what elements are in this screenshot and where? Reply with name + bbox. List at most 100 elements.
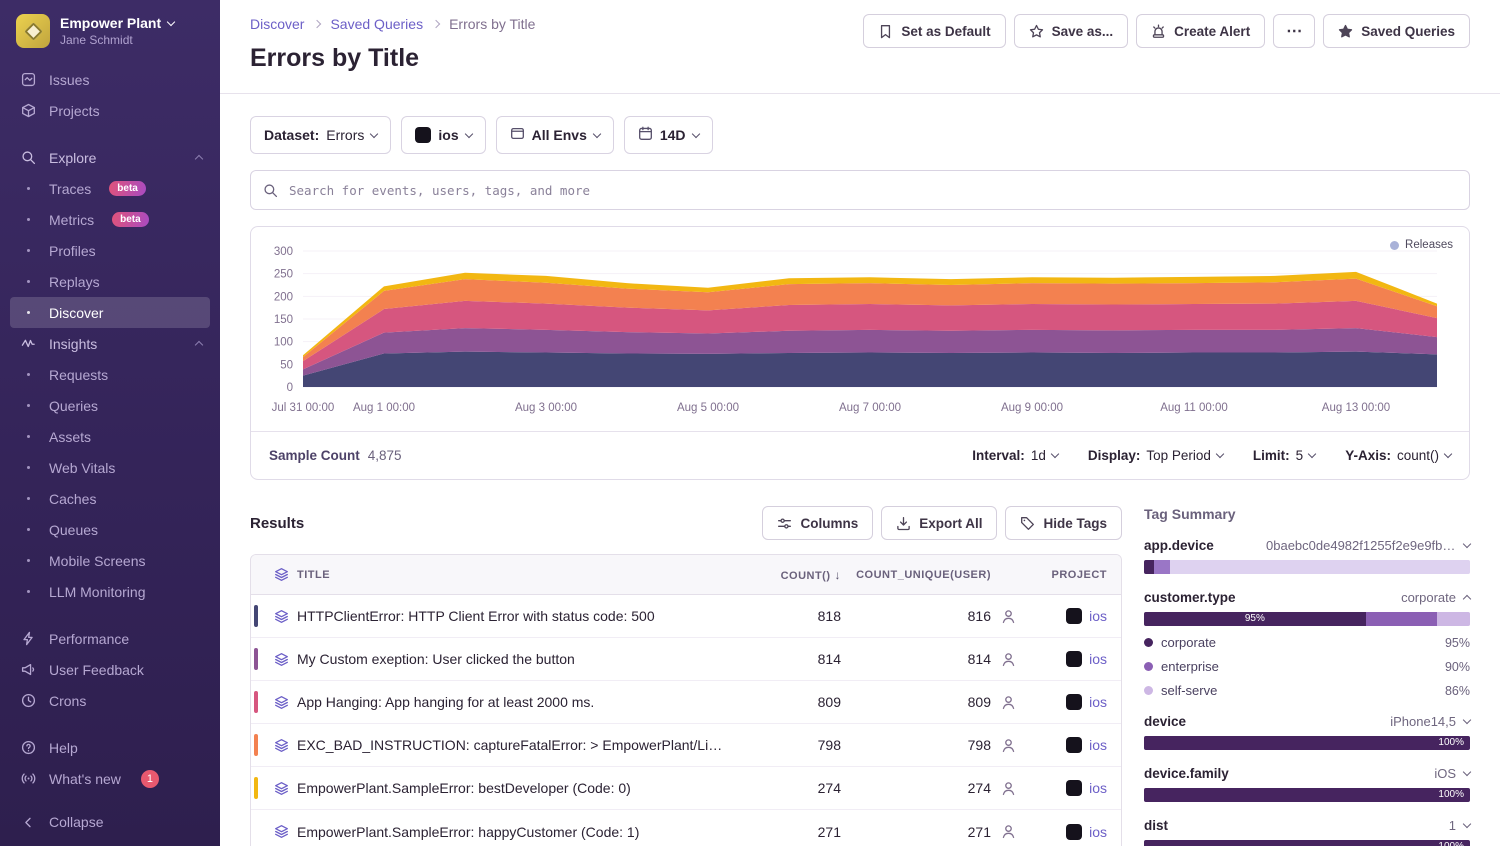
sidebar-item-metrics[interactable]: Metricsbeta — [10, 204, 210, 235]
sidebar-item-label: Traces — [49, 181, 91, 197]
y-axis-select[interactable]: Y-Axis: count() — [1345, 448, 1451, 463]
user-icon[interactable] — [991, 652, 1025, 667]
sidebar-item-llm-monitoring[interactable]: LLM Monitoring — [10, 576, 210, 607]
create-alert-button[interactable]: Create Alert — [1136, 14, 1265, 48]
sidebar-item-explore[interactable]: Explore — [10, 142, 210, 173]
column-count[interactable]: COUNT()↓ — [741, 568, 841, 582]
chevron-down-icon — [593, 129, 601, 137]
user-icon[interactable] — [991, 738, 1025, 753]
tag-header[interactable]: device.familyiOS — [1144, 766, 1470, 781]
table-row[interactable]: My Custom exeption: User clicked the but… — [251, 638, 1121, 681]
stack-icon[interactable] — [265, 652, 297, 667]
tag-header[interactable]: dist1 — [1144, 818, 1470, 833]
dataset-filter[interactable]: Dataset: Errors — [250, 116, 391, 154]
sample-count-label: Sample Count — [269, 448, 360, 463]
sidebar-item-insights[interactable]: Insights — [10, 328, 210, 359]
stack-icon[interactable] — [265, 609, 297, 624]
tag-distribution-bar[interactable]: 100% — [1144, 840, 1470, 846]
sidebar-item-requests[interactable]: Requests — [10, 359, 210, 390]
event-title-link[interactable]: HTTPClientError: HTTP Client Error with … — [297, 608, 741, 624]
hide-tags-button[interactable]: Hide Tags — [1005, 506, 1122, 540]
sidebar-item-assets[interactable]: Assets — [10, 421, 210, 452]
event-title-link[interactable]: App Hanging: App hanging for at least 20… — [297, 694, 741, 710]
sidebar-item-label: Performance — [49, 631, 129, 647]
sidebar-item-profiles[interactable]: Profiles — [10, 235, 210, 266]
tag-summary-item: customer.typecorporate 95% corporate95% ent… — [1144, 590, 1470, 698]
svg-text:200: 200 — [274, 291, 293, 303]
display-select[interactable]: Display: Top Period — [1088, 448, 1223, 463]
sidebar-item-traces[interactable]: Tracesbeta — [10, 173, 210, 204]
tag-distribution-bar[interactable]: 100% — [1144, 788, 1470, 802]
tag-distribution-bar[interactable]: 100% — [1144, 736, 1470, 750]
interval-select[interactable]: Interval: 1d — [972, 448, 1058, 463]
date-range-filter[interactable]: 14D — [624, 116, 713, 154]
stack-icon[interactable] — [265, 781, 297, 796]
user-icon[interactable] — [991, 824, 1025, 839]
breadcrumb-discover[interactable]: Discover — [250, 16, 304, 32]
event-title-link[interactable]: EmpowerPlant.SampleError: happyCustomer … — [297, 824, 741, 840]
tag-breakdown-row[interactable]: self-serve86% — [1144, 683, 1470, 698]
stack-icon[interactable] — [265, 824, 297, 839]
export-all-button[interactable]: Export All — [881, 506, 997, 540]
set-as-default-button[interactable]: Set as Default — [863, 14, 1005, 48]
sidebar-item-replays[interactable]: Replays — [10, 266, 210, 297]
tag-header[interactable]: app.device0baebc0de4982f1255f2e9e9fb7… — [1144, 538, 1470, 553]
sidebar-item-user-feedback[interactable]: User Feedback — [10, 654, 210, 685]
table-row[interactable]: HTTPClientError: HTTP Client Error with … — [251, 595, 1121, 638]
tag-breakdown-row[interactable]: corporate95% — [1144, 635, 1470, 650]
table-row[interactable]: EmpowerPlant.SampleError: bestDeveloper … — [251, 767, 1121, 810]
sidebar-item-performance[interactable]: Performance — [10, 623, 210, 654]
tag-header[interactable]: customer.typecorporate — [1144, 590, 1470, 605]
more-options-button[interactable]: ⋯ — [1273, 14, 1315, 48]
project-filter[interactable]: ios — [401, 116, 485, 154]
sidebar-item-caches[interactable]: Caches — [10, 483, 210, 514]
table-row[interactable]: EmpowerPlant.SampleError: happyCustomer … — [251, 810, 1121, 846]
collapse-button[interactable]: Collapse — [0, 802, 220, 846]
sidebar-item-issues[interactable]: Issues — [10, 64, 210, 95]
user-icon[interactable] — [991, 609, 1025, 624]
event-title-link[interactable]: EmpowerPlant.SampleError: bestDeveloper … — [297, 780, 741, 796]
save-as-button[interactable]: Save as... — [1014, 14, 1129, 48]
breadcrumb-saved-queries[interactable]: Saved Queries — [330, 16, 423, 32]
sidebar-item-crons[interactable]: Crons — [10, 685, 210, 716]
chart-legend[interactable]: Releases — [1390, 239, 1453, 251]
tag-distribution-bar[interactable] — [1144, 560, 1470, 574]
saved-queries-button[interactable]: Saved Queries — [1323, 14, 1470, 48]
org-switcher[interactable]: Empower Plant Jane Schmidt — [0, 0, 220, 62]
sidebar-item-discover[interactable]: Discover — [10, 297, 210, 328]
project-cell[interactable]: ios — [1025, 737, 1121, 753]
tag-distribution-bar[interactable]: 95% — [1144, 612, 1470, 626]
sidebar-item-web-vitals[interactable]: Web Vitals — [10, 452, 210, 483]
event-title-link[interactable]: My Custom exeption: User clicked the but… — [297, 651, 741, 667]
stack-icon[interactable] — [265, 695, 297, 710]
search-input[interactable] — [287, 182, 1457, 199]
project-cell[interactable]: ios — [1025, 824, 1121, 840]
main: Discover Saved Queries Errors by Title S… — [220, 0, 1500, 846]
project-cell[interactable]: ios — [1025, 608, 1121, 624]
column-title[interactable]: TITLE — [297, 569, 741, 581]
event-title-link[interactable]: EXC_BAD_INSTRUCTION: captureFatalError: … — [297, 737, 741, 753]
project-cell[interactable]: ios — [1025, 694, 1121, 710]
sidebar-item-projects[interactable]: Projects — [10, 95, 210, 126]
sidebar-item-queues[interactable]: Queues — [10, 514, 210, 545]
sidebar-item-mobile-screens[interactable]: Mobile Screens — [10, 545, 210, 576]
project-cell[interactable]: ios — [1025, 780, 1121, 796]
limit-select[interactable]: Limit: 5 — [1253, 448, 1315, 463]
user-icon[interactable] — [991, 695, 1025, 710]
environment-filter[interactable]: All Envs — [496, 116, 614, 154]
sidebar-item-queries[interactable]: Queries — [10, 390, 210, 421]
table-row[interactable]: App Hanging: App hanging for at least 20… — [251, 681, 1121, 724]
table-row[interactable]: EXC_BAD_INSTRUCTION: captureFatalError: … — [251, 724, 1121, 767]
project-cell[interactable]: ios — [1025, 651, 1121, 667]
count-unique-cell: 814 — [841, 651, 991, 667]
user-icon[interactable] — [991, 781, 1025, 796]
columns-button[interactable]: Columns — [762, 506, 873, 540]
stack-icon[interactable] — [265, 738, 297, 753]
sidebar-item-help[interactable]: Help — [10, 732, 210, 763]
column-count-unique[interactable]: COUNT_UNIQUE(USER) — [841, 569, 991, 581]
sidebar-item-whats-new[interactable]: What's new1 — [10, 763, 210, 794]
column-project[interactable]: PROJECT — [1025, 569, 1121, 581]
ios-project-icon — [1066, 694, 1082, 710]
tag-breakdown-row[interactable]: enterprise90% — [1144, 659, 1470, 674]
tag-header[interactable]: deviceiPhone14,5 — [1144, 714, 1470, 729]
